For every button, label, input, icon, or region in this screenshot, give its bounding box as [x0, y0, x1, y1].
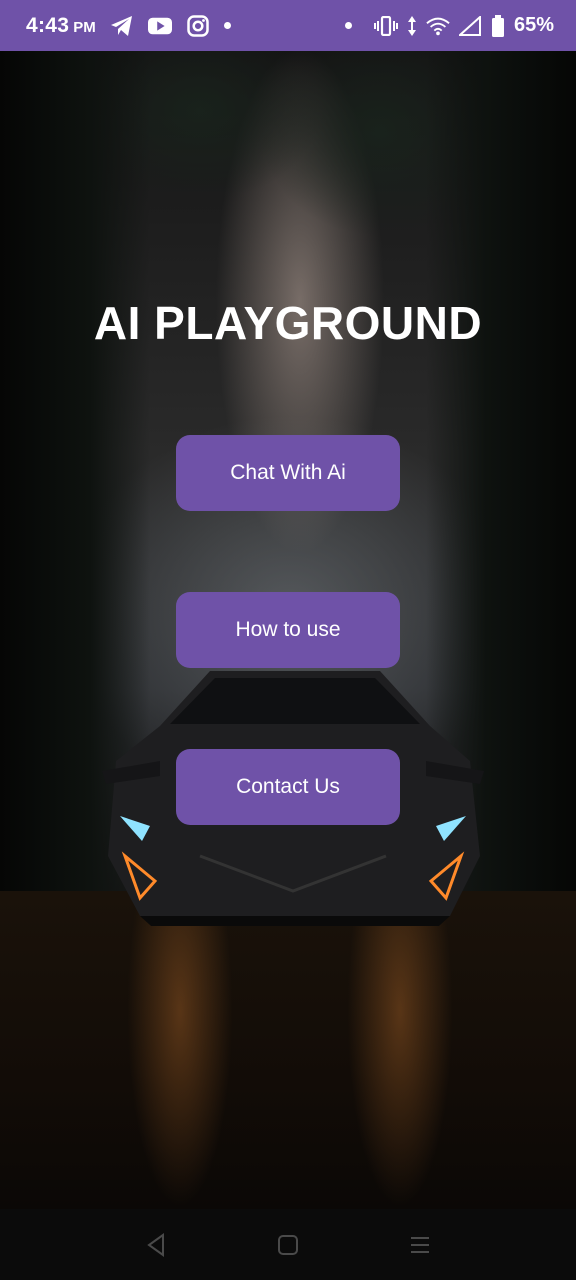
vibrate-icon	[373, 14, 398, 38]
status-time: 4:43 PM	[26, 14, 96, 38]
how-to-use-button[interactable]: How to use	[176, 592, 400, 668]
youtube-icon	[147, 14, 172, 38]
chat-with-ai-button[interactable]: Chat With Ai	[176, 435, 400, 511]
app-title: AI PLAYGROUND	[93, 297, 483, 349]
time-text: 4:43	[26, 13, 70, 37]
battery-icon	[490, 14, 506, 38]
more-notifications-dot	[223, 22, 231, 29]
time-ampm: PM	[73, 18, 96, 36]
data-arrows-icon	[406, 14, 418, 38]
battery-percent: 65%	[513, 14, 554, 36]
home-icon[interactable]	[268, 1225, 308, 1265]
road	[0, 891, 576, 1209]
instagram-icon	[186, 14, 210, 38]
telegram-icon	[110, 14, 134, 38]
contact-us-button[interactable]: Contact Us	[176, 749, 400, 825]
back-icon[interactable]	[136, 1225, 176, 1265]
status-left: 4:43 PM	[26, 14, 231, 38]
recents-icon[interactable]	[400, 1225, 440, 1265]
status-bar: 4:43 PM 65%	[0, 0, 576, 51]
navigation-bar	[0, 1209, 576, 1280]
app-screen: 4:43 PM 65% AI PLAYGROUND Chat With Ai H…	[0, 0, 576, 1280]
wifi-icon	[426, 14, 450, 38]
status-dot	[344, 22, 352, 29]
signal-icon	[458, 14, 482, 38]
status-right: 65%	[344, 14, 554, 38]
